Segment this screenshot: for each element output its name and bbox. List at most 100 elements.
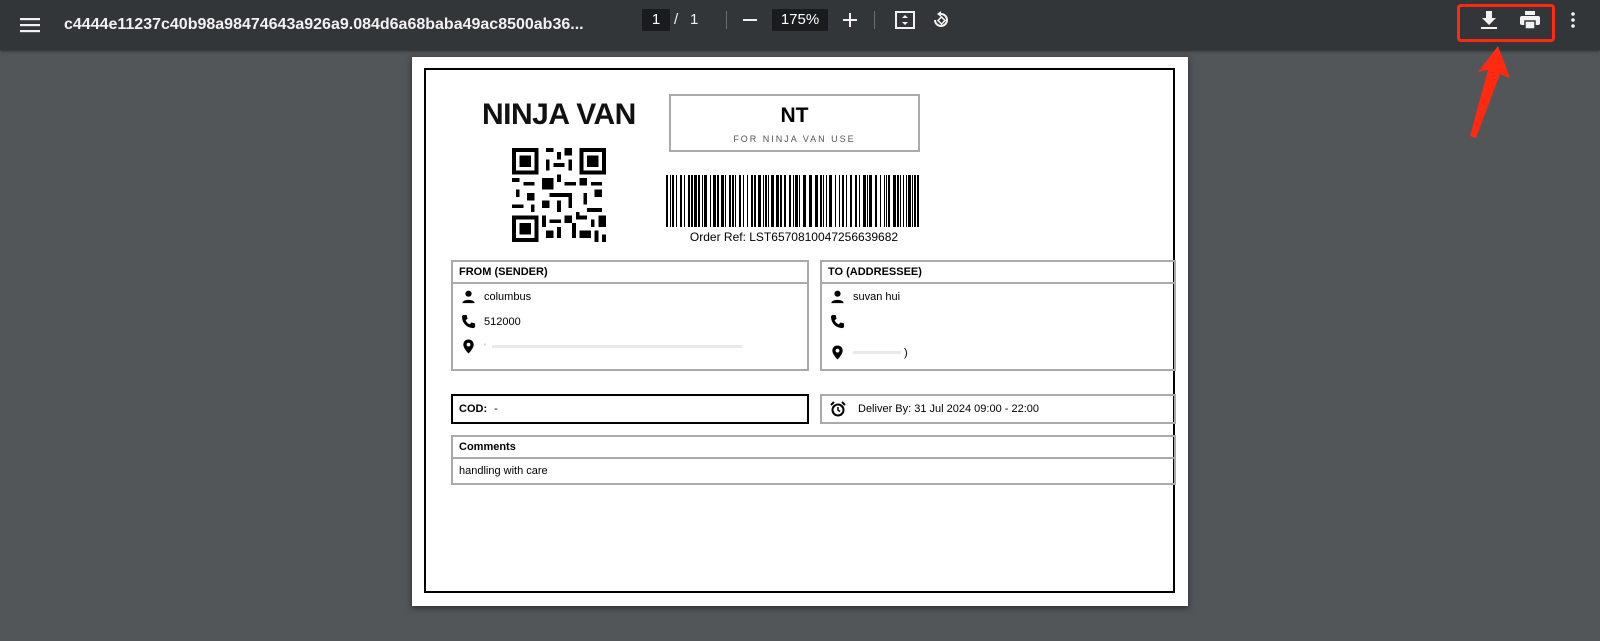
more-options-button[interactable] [1562, 8, 1584, 32]
barcode-bar [666, 175, 668, 227]
sender-name-row: columbus [461, 289, 531, 304]
alarm-clock-icon [830, 401, 846, 417]
barcode-bar [815, 175, 818, 227]
barcode-bar [758, 175, 761, 227]
barcode-bar [803, 175, 806, 227]
barcode-bar [888, 175, 890, 227]
order-reference: Order Ref: LST6570810047256639682 [689, 230, 899, 244]
page-separator: / [674, 11, 679, 28]
barcode-bar [771, 175, 774, 227]
zoom-input[interactable]: 175% [772, 9, 828, 31]
cod-value: - [494, 403, 498, 415]
zoom-in-button[interactable] [838, 9, 862, 31]
menu-icon [20, 18, 40, 33]
deliver-by-box: Deliver By: 31 Jul 2024 09:00 - 22:00 [820, 394, 1176, 424]
barcode-bar [846, 175, 847, 227]
qr-code [512, 148, 606, 242]
total-pages: 1 [690, 11, 699, 28]
barcode-bar [855, 175, 857, 227]
barcode-bar [793, 175, 794, 227]
addressee-name: suvan hui [853, 290, 901, 303]
barcode-bar [763, 175, 764, 227]
barcode-bar [897, 175, 899, 227]
comments-heading: Comments [453, 437, 1174, 459]
nt-code: NT [780, 104, 809, 127]
barcode-bar [859, 175, 860, 227]
barcode-bar [747, 175, 748, 227]
pdf-page: NINJA VAN NT FOR NINJA VAN USE Order Ref… [412, 57, 1188, 606]
person-icon [462, 290, 475, 304]
barcode-bar [820, 175, 822, 227]
phone-icon [830, 314, 845, 329]
barcode-bar [751, 175, 753, 227]
barcode-bar [688, 175, 690, 227]
nt-caption: FOR NINJA VAN USE [733, 134, 856, 144]
barcode-bar [826, 175, 827, 227]
barcode-bar [704, 175, 707, 227]
barcode-bar [732, 175, 734, 227]
barcode-bar [768, 175, 769, 227]
barcode-bar [839, 175, 840, 227]
sender-name: columbus [484, 290, 532, 303]
pdf-toolbar: c4444e11237c40b98a98474643a926a9.084d6a6… [0, 0, 1600, 50]
barcode-bar [765, 175, 767, 227]
deliver-by-text: Deliver By: 31 Jul 2024 09:00 - 22:00 [858, 403, 1040, 415]
barcode-bar [835, 175, 836, 227]
comments-text: handling with care [459, 465, 548, 477]
barcode [666, 175, 919, 227]
barcode-bar [903, 175, 904, 227]
barcode-bar [886, 175, 887, 227]
barcode-bar [698, 175, 700, 227]
barcode-bar [735, 175, 736, 227]
toolbar-divider [726, 11, 727, 29]
phone-icon [461, 314, 476, 329]
more-icon [1571, 12, 1575, 28]
barcode-bar [743, 175, 744, 227]
barcode-bar [754, 175, 756, 227]
barcode-bar [694, 175, 697, 227]
rotate-button[interactable] [928, 8, 954, 32]
barcode-bar [780, 175, 782, 227]
sender-phone-row: 512000 [461, 314, 521, 329]
minus-icon [743, 19, 757, 21]
page-number-input[interactable]: 1 [642, 9, 670, 31]
barcode-bar [672, 175, 674, 227]
barcode-bar [823, 175, 824, 227]
person-icon [831, 290, 844, 304]
highlight-box [1457, 4, 1555, 42]
barcode-bar [684, 175, 685, 227]
barcode-bar [829, 175, 832, 227]
barcode-bar [725, 175, 726, 227]
barcode-bar [676, 175, 677, 227]
barcode-bar [717, 175, 719, 227]
ninja-van-use-box: NT FOR NINJA VAN USE [669, 94, 920, 152]
barcode-bar [917, 175, 919, 227]
barcode-bar [884, 175, 885, 227]
menu-button[interactable] [14, 9, 46, 41]
addressee-address: ) [904, 346, 908, 359]
barcode-bar [776, 175, 779, 227]
barcode-bar [670, 175, 671, 227]
brand-logo-text: NINJA VAN [482, 98, 636, 131]
barcode-bar [784, 175, 786, 227]
barcode-bar [795, 175, 798, 227]
barcode-bar [869, 175, 872, 227]
location-icon [832, 345, 843, 360]
sender-address-row: ‘ [461, 339, 742, 354]
sender-address: ‘ [484, 341, 486, 352]
barcode-bar [912, 175, 913, 227]
barcode-bar [893, 175, 896, 227]
sender-heading: FROM (SENDER) [453, 262, 807, 284]
barcode-bar [908, 175, 911, 227]
addressee-phone-row [830, 314, 853, 329]
barcode-bar [691, 175, 693, 227]
shipping-label: NINJA VAN NT FOR NINJA VAN USE Order Ref… [424, 68, 1176, 593]
plus-icon [843, 13, 857, 27]
fit-page-button[interactable] [892, 8, 918, 32]
barcode-bar [900, 175, 901, 227]
barcode-bar [702, 175, 703, 227]
zoom-out-button[interactable] [738, 9, 762, 31]
barcode-bar [863, 175, 866, 227]
addressee-heading: TO (ADDRESSEE) [822, 262, 1174, 284]
barcode-bar [850, 175, 852, 227]
